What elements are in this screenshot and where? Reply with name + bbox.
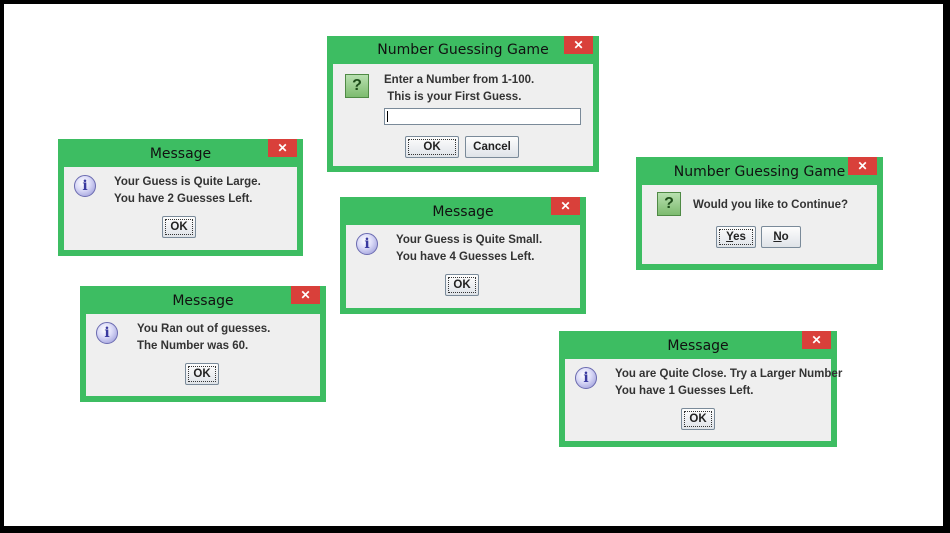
no-label-rest: o <box>781 231 789 243</box>
guess-input[interactable] <box>384 108 581 125</box>
message-line-2: You have 4 Guesses Left. <box>396 251 535 263</box>
info-icon: i <box>575 367 597 389</box>
dialog-body: i Your Guess is Quite Large. You have 2 … <box>64 167 297 250</box>
close-button[interactable]: ✕ <box>268 139 297 157</box>
cancel-button[interactable]: Cancel <box>465 136 519 158</box>
ok-button[interactable]: OK <box>445 274 479 296</box>
yes-label-rest: es <box>733 231 746 243</box>
dialog-title: Number Guessing Game <box>673 164 846 180</box>
dialog-body: ? Enter a Number from 1-100. This is you… <box>333 64 593 166</box>
dialog-continue: Number Guessing Game ✕ ? Would you like … <box>636 157 883 270</box>
question-icon: ? <box>345 74 369 98</box>
message-line-1: You are Quite Close. Try a Larger Number <box>615 368 843 380</box>
message-line-1: Your Guess is Quite Large. <box>114 176 261 188</box>
info-icon: i <box>96 322 118 344</box>
desktop-canvas: Number Guessing Game ✕ ? Enter a Number … <box>4 4 943 526</box>
ok-button[interactable]: OK <box>162 216 196 238</box>
info-icon: i <box>356 233 378 255</box>
dialog-title: Message <box>667 338 729 354</box>
no-mnemonic: N <box>773 231 782 243</box>
dialog-quite-large: Message ✕ i Your Guess is Quite Large. Y… <box>58 139 303 256</box>
ok-button[interactable]: OK <box>681 408 715 430</box>
dialog-body: i You Ran out of guesses. The Number was… <box>86 314 320 396</box>
dialog-title: Message <box>432 204 494 220</box>
close-button[interactable]: ✕ <box>802 331 831 349</box>
dialog-enter-number: Number Guessing Game ✕ ? Enter a Number … <box>327 36 599 172</box>
text-caret <box>387 111 388 122</box>
yes-button[interactable]: Yes <box>716 226 756 248</box>
dialog-title: Message <box>149 146 212 162</box>
close-button[interactable]: ✕ <box>848 157 877 175</box>
message-line-2: You have 1 Guesses Left. <box>615 385 754 397</box>
info-icon: i <box>74 175 96 197</box>
dialog-body: i You are Quite Close. Try a Larger Numb… <box>565 359 842 441</box>
close-button[interactable]: ✕ <box>291 286 320 304</box>
continue-question: Would you like to Continue? <box>693 199 849 211</box>
ok-button[interactable]: OK <box>405 136 459 158</box>
no-button[interactable]: No <box>761 226 801 248</box>
message-line-1: You Ran out of guesses. <box>137 323 271 335</box>
prompt-line-1: Enter a Number from 1-100. <box>384 74 535 86</box>
dialog-title: Number Guessing Game <box>377 42 549 58</box>
question-icon: ? <box>657 192 681 216</box>
message-line-2: You have 2 Guesses Left. <box>114 193 253 205</box>
dialog-body: ? Would you like to Continue? Yes No <box>642 185 877 264</box>
ok-button[interactable]: OK <box>185 363 219 385</box>
prompt-line-2: This is your First Guess. <box>384 91 522 103</box>
close-button[interactable]: ✕ <box>551 197 580 215</box>
message-line-2: The Number was 60. <box>137 340 249 352</box>
dialog-body: i Your Guess is Quite Small. You have 4 … <box>346 225 580 308</box>
dialog-quite-small: Message ✕ i Your Guess is Quite Small. Y… <box>340 197 586 314</box>
dialog-quite-close: Message ✕ i You are Quite Close. Try a L… <box>559 331 842 447</box>
message-line-1: Your Guess is Quite Small. <box>396 234 543 246</box>
dialog-out-of-guesses: Message ✕ i You Ran out of guesses. The … <box>80 286 326 402</box>
close-button[interactable]: ✕ <box>564 36 593 54</box>
dialog-title: Message <box>172 293 234 309</box>
